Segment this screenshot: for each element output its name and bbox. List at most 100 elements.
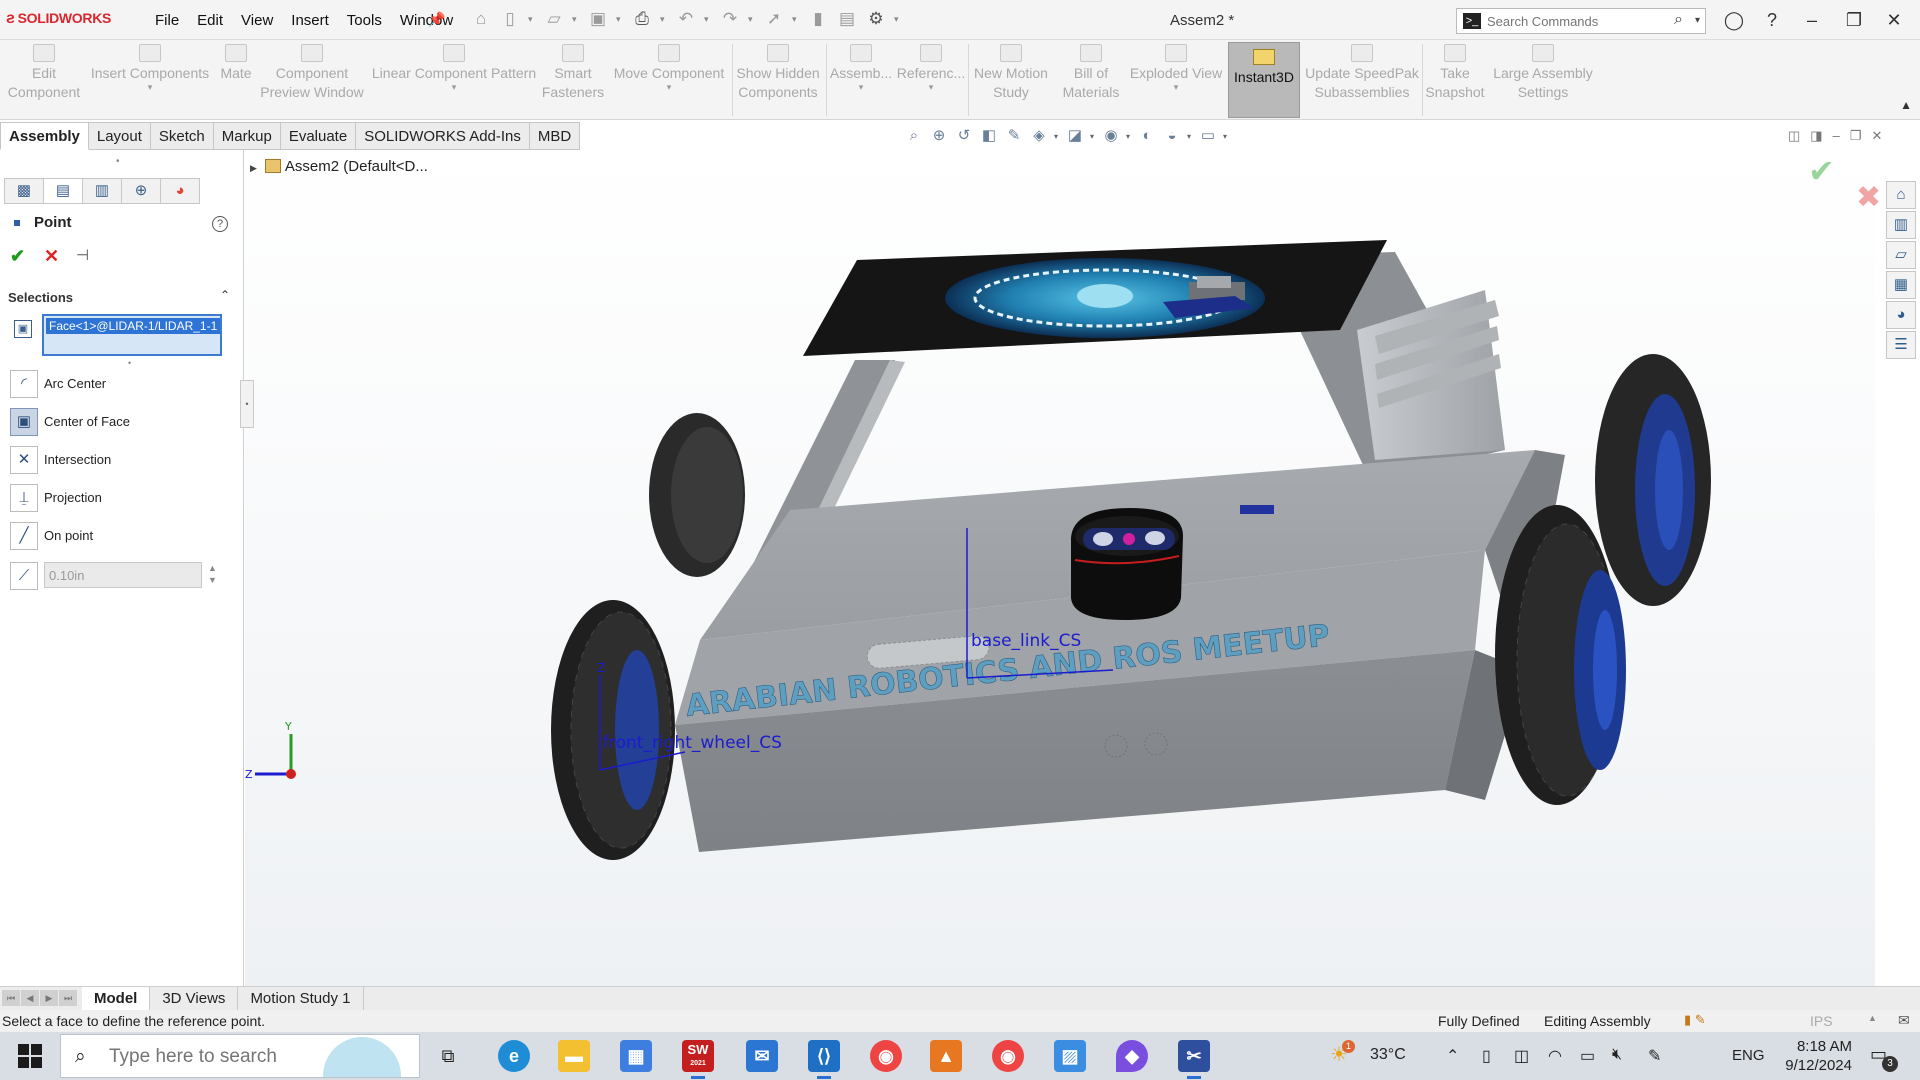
- viewport-restore-icon[interactable]: ❐: [1850, 128, 1862, 144]
- redo-dropdown-icon[interactable]: ▾: [748, 14, 756, 25]
- snipping-tool-icon[interactable]: ✂: [1178, 1040, 1210, 1079]
- zoom-to-fit-icon[interactable]: ⌕: [904, 126, 924, 146]
- dropdown-icon[interactable]: ▾: [1054, 132, 1060, 141]
- select-dropdown-icon[interactable]: ▾: [792, 14, 800, 25]
- center-of-face-icon[interactable]: ▣: [10, 408, 38, 436]
- configurationmanager-tab-icon[interactable]: ▥: [82, 178, 122, 204]
- bill-of-materials-button[interactable]: Bill of Materials: [1056, 44, 1126, 102]
- dropdown-arrow-icon[interactable]: ▾: [370, 83, 538, 92]
- options-gear-icon[interactable]: ⚙: [865, 8, 887, 30]
- ok-button[interactable]: ✔: [10, 246, 25, 267]
- mail-icon[interactable]: ✉: [746, 1040, 778, 1072]
- close-button[interactable]: ✕: [1882, 8, 1906, 32]
- menu-file[interactable]: File: [146, 12, 188, 29]
- last-tab-icon[interactable]: ⏭: [59, 990, 77, 1006]
- show-hidden-components-button[interactable]: Show Hidden Components: [734, 44, 822, 102]
- lidar-sensor[interactable]: [1071, 508, 1183, 620]
- tab-assembly[interactable]: Assembly: [0, 122, 89, 150]
- restore-button[interactable]: ❐: [1842, 8, 1866, 32]
- select-cursor-icon[interactable]: ➚: [763, 8, 785, 30]
- reference-geometry-button[interactable]: Referenc... ▾: [896, 44, 966, 92]
- tab-model[interactable]: Model: [82, 987, 151, 1011]
- tab-markup[interactable]: Markup: [213, 122, 281, 150]
- on-point-option[interactable]: ╱ On point: [10, 522, 220, 550]
- insert-components-button[interactable]: Insert Components ▾: [90, 44, 210, 92]
- intersection-option[interactable]: ✕ Intersection: [10, 446, 220, 474]
- pen-icon[interactable]: ✎: [1648, 1046, 1661, 1066]
- tree-expand-icon[interactable]: ▶: [250, 163, 257, 173]
- robot-assembly-model[interactable]: ARABIAN ROBOTICS AND ROS MEETUP base_lin…: [245, 150, 1875, 986]
- projection-option[interactable]: ⍊ Projection: [10, 484, 220, 512]
- cancel-button[interactable]: ✕: [44, 246, 59, 267]
- edit-component-button[interactable]: Edit Component: [6, 44, 82, 102]
- battery-icon[interactable]: ▭: [1580, 1046, 1595, 1066]
- print-dropdown-icon[interactable]: ▾: [660, 14, 668, 25]
- tab-evaluate[interactable]: Evaluate: [280, 122, 357, 150]
- dropdown-arrow-icon[interactable]: ▾: [90, 83, 210, 92]
- dropdown-icon[interactable]: ▾: [1126, 132, 1132, 141]
- appearances-icon[interactable]: ◕: [1886, 301, 1916, 329]
- paint-app-icon[interactable]: ◆: [1116, 1040, 1148, 1072]
- new-motion-study-button[interactable]: New Motion Study: [970, 44, 1052, 102]
- update-speedpak-button[interactable]: Update SpeedPak Subassemblies: [1304, 44, 1420, 102]
- first-tab-icon[interactable]: ⏮: [2, 990, 20, 1006]
- view-palette-icon[interactable]: ▦: [1886, 271, 1916, 299]
- menu-view[interactable]: View: [232, 12, 282, 29]
- previous-tab-icon[interactable]: ◀: [21, 990, 39, 1006]
- windows-start-button[interactable]: [18, 1044, 42, 1068]
- save-icon[interactable]: ▣: [587, 8, 609, 30]
- previous-view-icon[interactable]: ↺: [954, 126, 974, 146]
- list-resize-grip-icon[interactable]: •: [128, 358, 131, 368]
- unit-system[interactable]: IPS: [1810, 1013, 1833, 1029]
- design-library-icon[interactable]: ▥: [1886, 211, 1916, 239]
- save-dropdown-icon[interactable]: ▾: [616, 14, 624, 25]
- pin-menu-icon[interactable]: 📌: [428, 11, 445, 28]
- panel-grip-icon[interactable]: •: [116, 156, 120, 167]
- vscode-icon[interactable]: ⟨⟩: [808, 1040, 840, 1079]
- front-left-wheel[interactable]: [551, 600, 675, 860]
- custom-properties-icon[interactable]: ☰: [1886, 331, 1916, 359]
- file-properties-icon[interactable]: ▤: [836, 8, 858, 30]
- component-preview-window-button[interactable]: Component Preview Window: [258, 44, 366, 102]
- tab-motion-study-1[interactable]: Motion Study 1: [238, 987, 364, 1011]
- new-dropdown-icon[interactable]: ▾: [528, 14, 536, 25]
- redo-icon[interactable]: ↷: [719, 8, 741, 30]
- dropdown-arrow-icon[interactable]: ▾: [610, 83, 728, 92]
- split-view-icon[interactable]: ◫: [1788, 128, 1800, 144]
- smart-fasteners-button[interactable]: Smart Fasteners: [540, 44, 606, 102]
- exploded-view-button[interactable]: Exploded View ▾: [1128, 44, 1224, 92]
- new-document-icon[interactable]: ▯: [499, 8, 521, 30]
- center-of-face-option[interactable]: ▣ Center of Face: [10, 408, 220, 436]
- view-settings-icon[interactable]: ▭: [1198, 126, 1218, 146]
- dropdown-arrow-icon[interactable]: ▾: [1128, 83, 1224, 92]
- quick-tips-icon[interactable]: ✉: [1898, 1012, 1910, 1029]
- section-view-icon[interactable]: ◧: [979, 126, 999, 146]
- open-dropdown-icon[interactable]: ▾: [572, 14, 580, 25]
- print-icon[interactable]: ⎙: [631, 8, 653, 30]
- viewport-close-icon[interactable]: ✕: [1871, 128, 1882, 144]
- projection-icon[interactable]: ⍊: [10, 484, 38, 512]
- chrome-profile-icon[interactable]: ◉: [992, 1040, 1024, 1072]
- collapse-chevron-icon[interactable]: ⌃: [220, 288, 230, 302]
- search-dropdown-icon[interactable]: ▾: [1695, 15, 1700, 26]
- dynamic-annotation-icon[interactable]: ✎: [1004, 126, 1024, 146]
- rebuild-icon[interactable]: ▮: [807, 8, 829, 30]
- language-indicator[interactable]: ENG: [1732, 1047, 1765, 1064]
- taskbar-search-input[interactable]: [109, 1046, 309, 1068]
- solidworks-logo[interactable]: ƨ SOLIDWORKS: [6, 10, 111, 28]
- task-view-icon[interactable]: ⧉: [432, 1040, 464, 1072]
- apply-scene-icon[interactable]: ◒: [1162, 126, 1182, 146]
- tab-layout[interactable]: Layout: [88, 122, 151, 150]
- tile-view-icon[interactable]: ◨: [1810, 128, 1822, 144]
- intersection-icon[interactable]: ✕: [10, 446, 38, 474]
- menu-tools[interactable]: Tools: [338, 12, 391, 29]
- photos-icon[interactable]: ▨: [1054, 1040, 1086, 1072]
- confirm-corner-cancel-icon[interactable]: ✖: [1856, 180, 1881, 215]
- collapse-ribbon-icon[interactable]: ▲: [1900, 98, 1912, 112]
- search-commands-box[interactable]: >_ ⌕ ▾: [1456, 8, 1706, 34]
- arc-center-icon[interactable]: ◜: [10, 370, 38, 398]
- search-commands-input[interactable]: [1487, 12, 1667, 30]
- meet-now-icon[interactable]: ▯: [1482, 1046, 1491, 1066]
- instant3d-button[interactable]: Instant3D: [1228, 42, 1300, 118]
- graphics-area[interactable]: ARABIAN ROBOTICS AND ROS MEETUP base_lin…: [245, 150, 1875, 986]
